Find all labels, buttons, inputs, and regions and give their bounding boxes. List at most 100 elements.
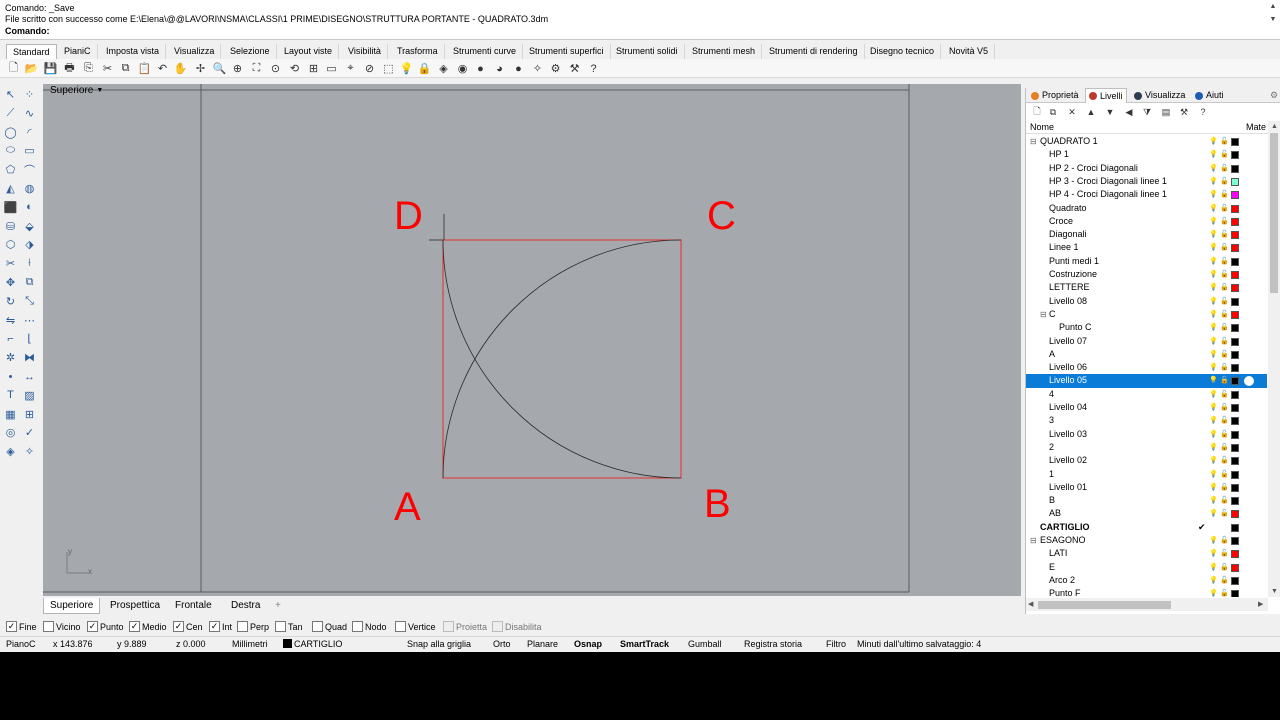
layer-row[interactable]: Livello 02 💡 🔓 [1026, 454, 1267, 467]
visibility-bulb-icon[interactable]: 💡 [1209, 374, 1218, 387]
layer-color-swatch[interactable] [1231, 497, 1239, 506]
scroll-left-icon[interactable]: ◀ [1028, 600, 1033, 608]
layer-row[interactable]: ⊟ QUADRATO 1 💡 🔓 [1026, 135, 1267, 148]
checkbox-checked[interactable]: ✓ [6, 621, 17, 632]
column-material[interactable]: Mate [1246, 122, 1266, 132]
zoom-extents-icon[interactable]: ⛶ [249, 61, 264, 76]
layer-row[interactable]: 2 💡 🔓 [1026, 441, 1267, 454]
visibility-bulb-icon[interactable]: 💡 [1209, 574, 1218, 587]
unlock-icon[interactable]: 🔓 [1220, 507, 1229, 520]
toolbar-tab[interactable]: Layout viste [278, 44, 340, 59]
chamfer-icon[interactable]: ⌊ [21, 330, 38, 347]
units[interactable]: Millimetri [232, 638, 268, 651]
visibility-bulb-icon[interactable]: 💡 [1209, 202, 1218, 215]
snap-icon[interactable]: ⊘ [362, 61, 377, 76]
layer-color-swatch[interactable] [1231, 390, 1239, 399]
visibility-bulb-icon[interactable]: 💡 [1209, 481, 1218, 494]
move-to-parent-icon[interactable]: ◀ [1122, 105, 1136, 119]
checkbox-unchecked[interactable] [275, 621, 286, 632]
tools-icon[interactable]: ⚒ [567, 61, 582, 76]
rotate-icon[interactable]: ↻ [2, 293, 19, 310]
layer-row[interactable]: Quadrato 💡 🔓 [1026, 202, 1267, 215]
osnap-option[interactable]: ✓ Punto [87, 620, 124, 633]
osnap-toggle[interactable]: Osnap [574, 638, 602, 651]
layer-row[interactable]: Croce 💡 🔓 [1026, 215, 1267, 228]
scroll-thumb[interactable] [1038, 601, 1171, 609]
arc-icon[interactable]: ◜ [21, 124, 38, 141]
help-icon[interactable]: ? [586, 61, 601, 76]
layer-color-swatch[interactable] [1231, 191, 1239, 200]
command-scrollbar[interactable]: ▲ ▼ [1268, 1, 1278, 38]
osnap-option[interactable]: ✓ Fine [6, 620, 37, 633]
new-file-icon[interactable]: 🗋 [6, 61, 21, 76]
layer-row[interactable]: Arco 2 💡 🔓 [1026, 574, 1267, 587]
layer-row[interactable]: ⊟ ESAGONO 💡 🔓 [1026, 534, 1267, 547]
dimension-icon[interactable]: ↔ [21, 368, 38, 385]
layer-color-swatch[interactable] [1231, 271, 1239, 279]
rotate-view-icon[interactable]: ✢ [193, 61, 208, 76]
cut-icon[interactable]: ✂ [100, 61, 115, 76]
command-input[interactable] [55, 25, 1255, 37]
copy-icon[interactable]: ⧉ [118, 61, 133, 76]
visibility-bulb-icon[interactable]: 💡 [1209, 401, 1218, 414]
cplane-icon[interactable]: ▭ [324, 61, 339, 76]
planar-toggle[interactable]: Planare [527, 638, 558, 651]
help-icon[interactable]: ? [1196, 105, 1210, 119]
layer-color-swatch[interactable] [1231, 350, 1239, 359]
delete-layer-icon[interactable]: ✕ [1065, 105, 1079, 119]
open-folder-icon[interactable]: 📂 [24, 61, 39, 76]
visibility-bulb-icon[interactable]: 💡 [1209, 215, 1218, 228]
layer-color-swatch[interactable] [1231, 510, 1239, 519]
split-icon[interactable]: ⟊ [21, 255, 38, 272]
toolbar-tab[interactable]: Strumenti curve [447, 44, 524, 59]
scroll-down-icon[interactable]: ▼ [1271, 588, 1278, 595]
block-icon[interactable]: ▦ [2, 406, 19, 423]
panel-tab[interactable]: Livelli [1085, 88, 1127, 103]
history-toggle[interactable]: Registra storia [744, 638, 802, 651]
toolbar-tab[interactable]: Strumenti di rendering [763, 44, 865, 59]
mirror-icon[interactable]: ⇋ [2, 312, 19, 329]
unlock-icon[interactable]: 🔓 [1220, 268, 1229, 281]
layer-row[interactable]: Livello 03 💡 🔓 [1026, 428, 1267, 441]
layer-row[interactable]: ⊟ C 💡 🔓 [1026, 308, 1267, 321]
freeform-icon[interactable]: ⌒ [21, 161, 38, 178]
shaded-sphere-icon[interactable]: ● [473, 61, 488, 76]
explode-icon[interactable]: ✲ [2, 349, 19, 366]
layer-row[interactable]: E 💡 🔓 [1026, 561, 1267, 574]
layer-row[interactable]: HP 3 - Croci Diagonali linee 1 💡 🔓 [1026, 175, 1267, 188]
move-icon[interactable]: ✥ [2, 274, 19, 291]
osnap-option[interactable]: Perp [237, 620, 269, 633]
layer-color-swatch[interactable] [1231, 204, 1239, 213]
toolbar-tab[interactable]: Standard [6, 44, 57, 59]
color-wheel-icon[interactable]: ◉ [455, 61, 470, 76]
osnap-option[interactable]: Vertice [395, 620, 436, 633]
copy-icon[interactable]: ⧉ [21, 274, 38, 291]
layer-row[interactable]: Diagonali 💡 🔓 [1026, 228, 1267, 241]
visibility-bulb-icon[interactable]: 💡 [1209, 162, 1218, 175]
analyze-icon[interactable]: ◎ [2, 424, 19, 441]
layer-color-swatch[interactable] [1231, 364, 1239, 373]
visibility-bulb-icon[interactable]: 💡 [1209, 388, 1218, 401]
label-c[interactable]: C [707, 194, 736, 238]
extrude-icon[interactable]: ⬙ [21, 218, 38, 235]
toolbar-tab[interactable]: Strumenti superfici [523, 44, 611, 59]
toolbar-tab[interactable]: Strumenti solidi [610, 44, 685, 59]
layer-row[interactable]: Livello 06 💡 🔓 [1026, 361, 1267, 374]
lock-icon[interactable]: 🔒 [417, 61, 432, 76]
tools-icon[interactable]: ⚒ [1177, 105, 1191, 119]
text-icon[interactable]: T [2, 387, 19, 404]
layer-row[interactable]: CARTIGLIO ✔ [1026, 521, 1267, 534]
dropdown-arrow-icon[interactable]: ▼ [96, 84, 103, 97]
select-arrow-icon[interactable]: ↖ [2, 86, 19, 103]
visibility-bulb-icon[interactable]: 💡 [1209, 188, 1218, 201]
visibility-bulb-icon[interactable]: 💡 [1209, 534, 1218, 547]
toolbar-tab[interactable]: Strumenti mesh [686, 44, 763, 59]
sphere-icon[interactable]: ◐ [21, 199, 38, 216]
paste-icon[interactable]: 📋 [137, 61, 152, 76]
unlock-icon[interactable]: 🔓 [1220, 321, 1229, 334]
viewport-tab[interactable]: Destra [225, 598, 266, 614]
layer-color-swatch[interactable] [1231, 244, 1239, 253]
viewport-top[interactable]: D C A B y x [43, 84, 1021, 596]
material-circle-icon[interactable] [1244, 376, 1254, 387]
layer-color-swatch[interactable] [1231, 563, 1239, 572]
